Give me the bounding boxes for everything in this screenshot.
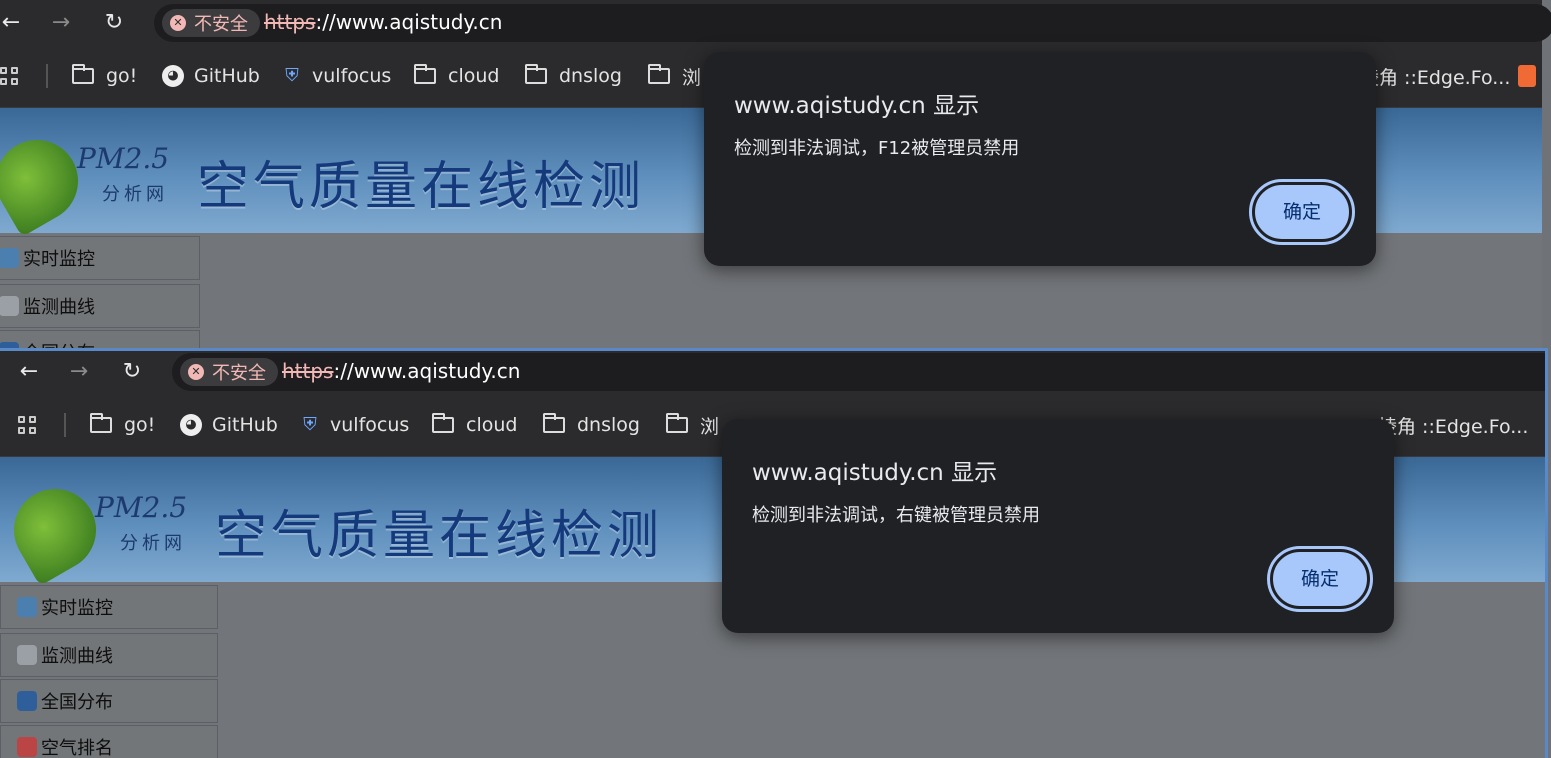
browser-window: ← → ↻ ✕ 不安全 https://www.aqistudy.cn go! …: [0, 351, 1545, 758]
bookmark-edge[interactable]: 棱角 ::Edge.Fo...: [1378, 412, 1528, 439]
warning-icon: ✕: [188, 364, 204, 380]
screenshot-top: ← → ↻ ✕ 不安全 https://www.aqistudy.cn go! …: [0, 0, 1551, 350]
ok-button[interactable]: 确定: [1267, 546, 1373, 612]
screenshot-bottom: ← → ↻ ✕ 不安全 https://www.aqistudy.cn go! …: [0, 348, 1548, 758]
bookmark-cloud[interactable]: cloud: [432, 412, 517, 438]
menu-curve[interactable]: 监测曲线: [0, 284, 200, 328]
reload-icon[interactable]: ↻: [117, 357, 147, 387]
address-bar[interactable]: ✕ 不安全 https://www.aqistudy.cn: [172, 353, 1545, 391]
folder-icon: [648, 64, 670, 84]
browser-window: ← → ↻ ✕ 不安全 https://www.aqistudy.cn go! …: [0, 0, 1551, 350]
apps-grid-icon[interactable]: [18, 416, 38, 436]
bookmark-cloud[interactable]: cloud: [414, 63, 499, 89]
browser-toolbar: ← → ↻ ✕ 不安全 https://www.aqistudy.cn: [0, 0, 1551, 45]
logo-sub: 分析网: [102, 184, 168, 205]
github-icon: ◕: [180, 414, 202, 436]
site-title: 空气质量在线检测: [215, 506, 664, 566]
divider: [64, 413, 66, 437]
monitor-icon: [0, 248, 19, 268]
monitor-icon: [17, 597, 37, 617]
arrow-right-icon[interactable]: →: [64, 357, 94, 387]
bookmark-browser[interactable]: 浏: [666, 412, 719, 438]
arrow-left-icon[interactable]: ←: [0, 8, 26, 38]
dialog-title: www.aqistudy.cn 显示: [734, 93, 980, 119]
chart-icon: [17, 645, 37, 665]
bookmark-dnslog[interactable]: dnslog: [543, 412, 640, 438]
logo-pm: PM2.5: [77, 142, 170, 175]
folder-icon: [666, 413, 688, 433]
bookmark-github[interactable]: ◕ GitHub: [180, 412, 278, 438]
alert-dialog-rightclick: www.aqistudy.cn 显示 检测到非法调试，右键被管理员禁用 确定: [722, 419, 1394, 633]
bookmark-github[interactable]: ◕ GitHub: [162, 63, 260, 89]
bookmark-browser[interactable]: 浏: [648, 63, 701, 89]
folder-icon: [72, 64, 94, 84]
divider: [46, 64, 48, 88]
ok-button[interactable]: 确定: [1249, 179, 1355, 245]
menu-ranking[interactable]: 空气排名: [0, 725, 218, 758]
dialog-message: 检测到非法调试，F12被管理员禁用: [734, 138, 1020, 159]
url-text[interactable]: https://www.aqistudy.cn: [264, 10, 502, 34]
bookmark-dnslog[interactable]: dnslog: [525, 63, 622, 89]
menu-curve[interactable]: 监测曲线: [0, 633, 218, 677]
folder-icon: [414, 64, 436, 84]
ranking-icon: [17, 737, 37, 757]
apps-grid-icon[interactable]: [0, 67, 20, 87]
bookmark-go[interactable]: go!: [72, 63, 137, 89]
menu-realtime[interactable]: 实时监控: [0, 236, 200, 280]
chart-icon: [0, 296, 19, 316]
menu-distribution[interactable]: 全国分布: [0, 679, 218, 723]
shield-icon: ⛨: [285, 65, 299, 86]
folder-icon: [432, 413, 454, 433]
logo-pm: PM2.5: [95, 491, 188, 524]
menu-realtime[interactable]: 实时监控: [0, 585, 218, 629]
map-icon: [17, 691, 37, 711]
security-chip[interactable]: ✕ 不安全: [180, 358, 278, 386]
arrow-left-icon[interactable]: ←: [14, 357, 44, 387]
dialog-title: www.aqistudy.cn 显示: [752, 460, 998, 486]
github-icon: ◕: [162, 65, 184, 87]
site-title: 空气质量在线检测: [197, 157, 646, 217]
security-chip[interactable]: ✕ 不安全: [162, 9, 260, 37]
warning-icon: ✕: [170, 15, 186, 31]
folder-icon: [543, 413, 565, 433]
shield-icon: ⛨: [303, 414, 317, 435]
bookmark-go[interactable]: go!: [90, 412, 155, 438]
bookmark-edge[interactable]: 棱角 ::Edge.Fo...: [1360, 63, 1510, 90]
folder-icon: [525, 64, 547, 84]
browser-toolbar: ← → ↻ ✕ 不安全 https://www.aqistudy.cn: [0, 351, 1545, 394]
folder-icon: [90, 413, 112, 433]
menu-distribution[interactable]: 全国分布: [0, 330, 200, 350]
bookmark-vulfocus[interactable]: ⛨ vulfocus: [300, 412, 409, 438]
dialog-message: 检测到非法调试，右键被管理员禁用: [752, 505, 1040, 526]
insecure-label: 不安全: [194, 14, 248, 35]
arrow-right-icon[interactable]: →: [46, 8, 76, 38]
insecure-label: 不安全: [212, 363, 266, 384]
logo-sub: 分析网: [120, 533, 186, 554]
reload-icon[interactable]: ↻: [99, 8, 129, 38]
address-bar[interactable]: ✕ 不安全 https://www.aqistudy.cn: [154, 4, 1551, 42]
extension-icon[interactable]: [1518, 65, 1536, 87]
alert-dialog-f12: www.aqistudy.cn 显示 检测到非法调试，F12被管理员禁用 确定: [704, 52, 1376, 266]
url-text[interactable]: https://www.aqistudy.cn: [282, 359, 520, 383]
bookmark-vulfocus[interactable]: ⛨ vulfocus: [282, 63, 391, 89]
